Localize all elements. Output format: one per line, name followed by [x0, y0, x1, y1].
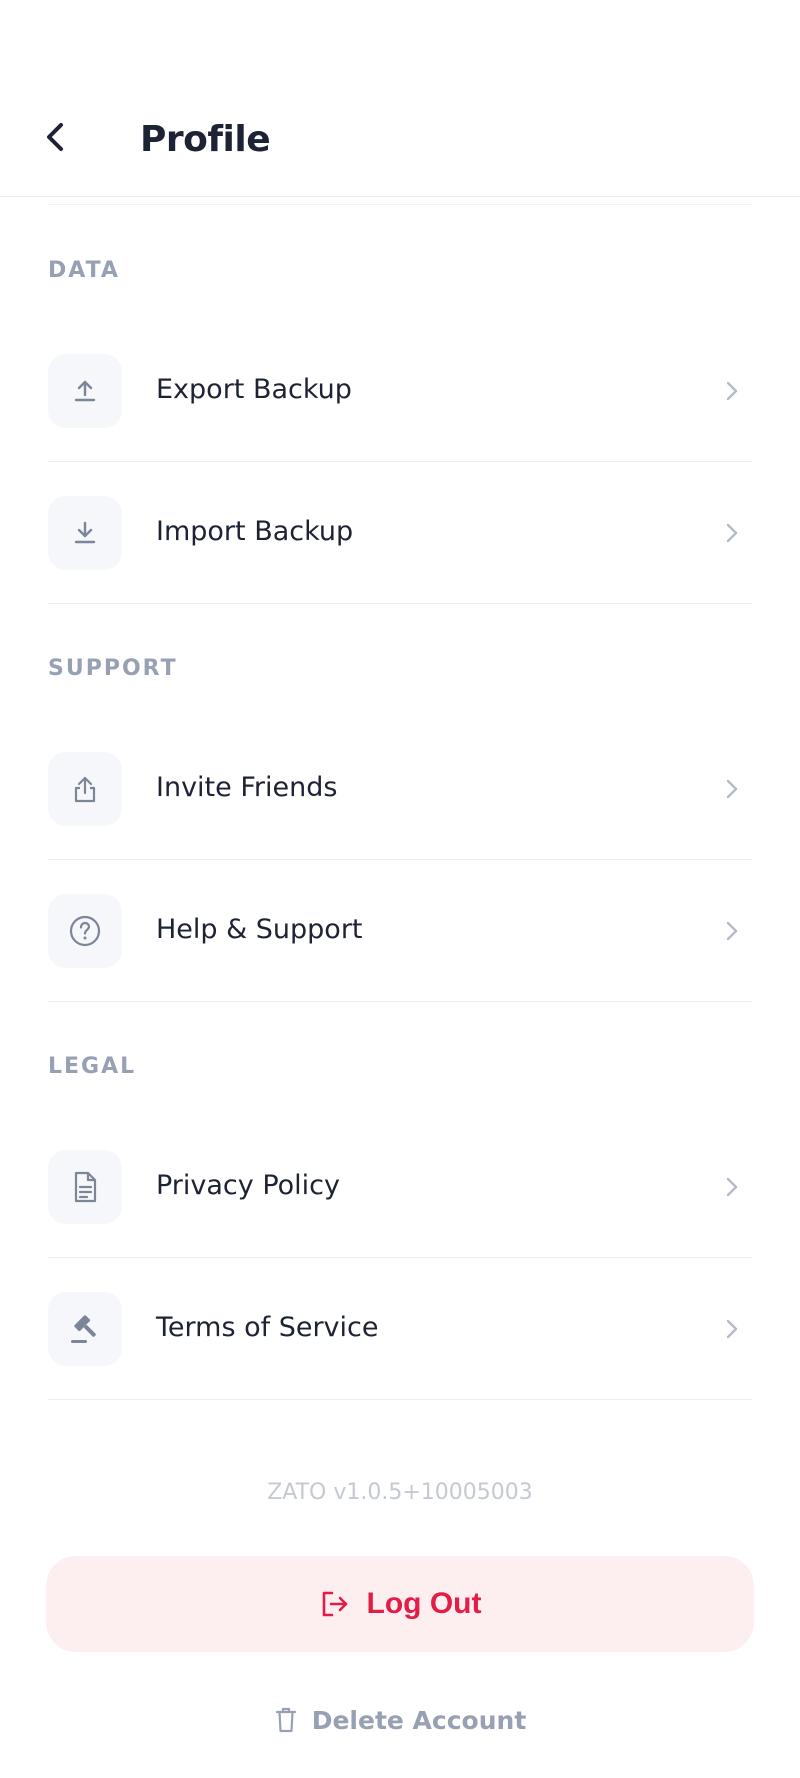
item-label: Import Backup — [156, 516, 354, 547]
item-label: Privacy Policy — [156, 1170, 341, 1201]
privacy-policy-item[interactable]: Privacy Policy — [48, 1116, 752, 1258]
export-backup-item[interactable]: Export Backup — [48, 320, 752, 462]
item-label: Help & Support — [156, 914, 363, 945]
chevron-right-icon — [726, 1177, 738, 1197]
import-backup-item[interactable]: Import Backup — [48, 462, 752, 604]
app-version: ZATO v1.0.5+10005003 — [267, 1480, 533, 1505]
top-app-bar: Profile — [0, 0, 800, 197]
trash-icon — [275, 1707, 296, 1733]
chevron-right-icon — [726, 381, 738, 401]
document-icon — [74, 1171, 97, 1203]
help-circle-icon — [69, 915, 101, 947]
section-label-legal: LEGAL — [48, 1054, 137, 1079]
item-label: Export Backup — [156, 374, 352, 405]
item-label: Terms of Service — [156, 1312, 379, 1343]
download-icon — [74, 521, 96, 544]
gavel-icon — [71, 1315, 96, 1343]
chevron-right-icon — [726, 921, 738, 941]
section-label-support: SUPPORT — [48, 656, 178, 681]
chevron-right-icon — [726, 523, 738, 543]
invite-friends-item[interactable]: Invite Friends — [48, 718, 752, 860]
share-icon — [74, 776, 96, 803]
logout-button[interactable]: Log Out — [46, 1556, 754, 1652]
section-label-data: DATA — [48, 258, 120, 283]
logout-icon — [322, 1591, 347, 1617]
divider — [48, 204, 752, 205]
chevron-right-icon — [726, 779, 738, 799]
back-button[interactable] — [30, 112, 80, 162]
delete-account-button[interactable]: Delete Account — [0, 1700, 800, 1740]
chevron-right-icon — [726, 1319, 738, 1339]
page-title: Profile — [140, 119, 271, 160]
delete-account-label: Delete Account — [311, 1705, 527, 1735]
item-label: Invite Friends — [156, 772, 338, 803]
logout-label: Log Out — [366, 1587, 482, 1620]
terms-of-service-item[interactable]: Terms of Service — [48, 1258, 752, 1400]
upload-icon — [74, 380, 96, 402]
help-support-item[interactable]: Help & Support — [48, 860, 752, 1002]
chevron-left-icon — [47, 123, 63, 151]
